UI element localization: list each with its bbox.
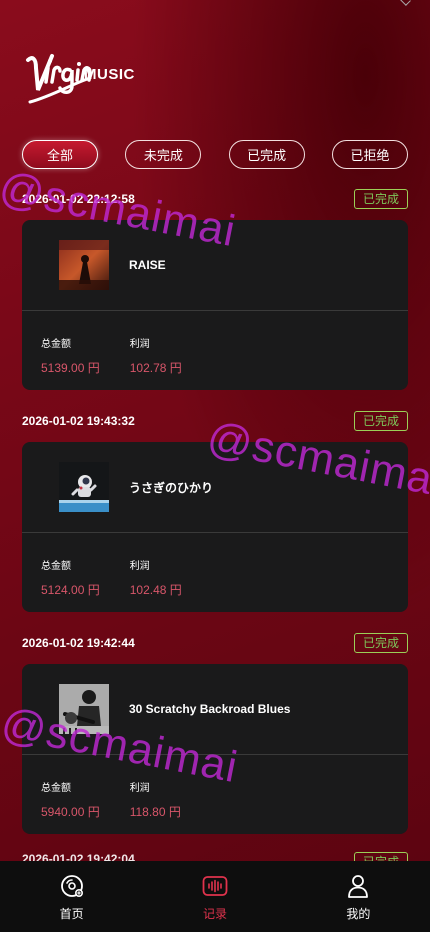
total-amount-label: 总金额: [41, 783, 71, 794]
profit-label: 利润: [129, 561, 150, 572]
filter-incomplete[interactable]: 未完成: [125, 140, 202, 169]
total-amount-value: 5139.00 円: [41, 361, 100, 375]
status-filter-bar: 全部 未完成 已完成 已拒绝: [22, 140, 408, 169]
home-icon: [60, 875, 83, 897]
tab-records[interactable]: 记录: [143, 861, 286, 932]
amount-row: 总金额 5124.00 円 利润 102.48 円: [22, 533, 408, 598]
record-header: 2026-01-02 22:12:58 已完成: [22, 188, 408, 210]
song-title: 30 Scratchy Backroad Blues: [129, 702, 291, 716]
song-row: 30 Scratchy Backroad Blues: [22, 664, 408, 755]
total-amount-value: 5940.00 円: [41, 805, 100, 819]
status-badge: 已完成: [353, 633, 408, 653]
amount-row: 总金额 5940.00 円 利润 118.80 円: [22, 755, 408, 820]
status-badge: 已完成: [353, 411, 408, 431]
record-card[interactable]: 30 Scratchy Backroad Blues 总金额 5940.00 円…: [22, 664, 408, 834]
bottom-tab-bar: 首页 记录 我的: [0, 861, 430, 932]
song-title: RAISE: [129, 258, 166, 272]
virgin-script-logo: [26, 54, 92, 104]
total-amount: 总金额 5940.00 円: [41, 779, 100, 820]
status-badge: 已完成: [353, 189, 408, 209]
record-time: 2026-01-02 19:43:32: [22, 414, 135, 428]
tab-profile-label: 我的: [346, 907, 371, 921]
song-title: うさぎのひかり: [129, 480, 214, 495]
total-amount: 总金额 5124.00 円: [41, 557, 100, 598]
record-item: 2026-01-02 22:12:58 已完成 RAISE 总金额 5139.0…: [22, 188, 408, 390]
filter-all[interactable]: 全部: [22, 140, 98, 169]
profit: 利润 102.48 円: [130, 557, 182, 598]
profit-label: 利润: [129, 783, 150, 794]
amount-row: 总金额 5139.00 円 利润 102.78 円: [22, 311, 408, 376]
record-time: 2026-01-02 22:12:58: [22, 192, 135, 206]
filter-rejected[interactable]: 已拒绝: [331, 140, 408, 169]
album-cover-raise: [59, 240, 109, 290]
record-time: 2026-01-02 19:42:44: [22, 636, 135, 650]
record-card[interactable]: RAISE 总金额 5139.00 円 利润 102.78 円: [22, 220, 408, 390]
record-item: 2026-01-02 19:42:44 已完成 30 Scratchy Back…: [22, 632, 408, 834]
filter-completed[interactable]: 已完成: [228, 140, 305, 169]
song-row: うさぎのひかり: [22, 442, 408, 533]
record-card[interactable]: うさぎのひかり 总金额 5124.00 円 利润 102.48 円: [22, 442, 408, 612]
album-cover-astronaut: [59, 462, 109, 512]
total-amount-value: 5124.00 円: [41, 583, 100, 597]
tab-records-label: 记录: [202, 907, 227, 921]
profit-value: 118.80 円: [129, 805, 181, 819]
album-cover-guitarist: [59, 684, 109, 734]
chevron-down-icon: [398, 0, 411, 6]
virgin-music-logo: MUSIC: [22, 38, 152, 108]
logo-music-text: MUSIC: [84, 66, 135, 83]
record-item: 2026-01-02 19:43:32 已完成 うさぎのひかり 总金额 5124…: [22, 410, 408, 612]
tab-profile[interactable]: 我的: [287, 861, 430, 932]
profit-value: 102.78 円: [129, 361, 182, 375]
profile-icon: [348, 875, 369, 898]
total-amount-label: 总金额: [41, 339, 71, 350]
song-row: RAISE: [22, 220, 408, 311]
record-header: 2026-01-02 19:42:44 已完成: [22, 632, 408, 654]
total-amount: 总金额 5139.00 円: [41, 335, 100, 376]
profit: 利润 118.80 円: [130, 779, 181, 820]
tab-home[interactable]: 首页: [0, 861, 143, 932]
profit-value: 102.48 円: [129, 583, 182, 597]
total-amount-label: 总金额: [41, 561, 71, 572]
tab-home-label: 首页: [59, 907, 84, 921]
record-header: 2026-01-02 19:43:32 已完成: [22, 410, 408, 432]
profit-label: 利润: [129, 339, 150, 350]
record-list: 2026-01-02 22:12:58 已完成 RAISE 总金额 5139.0…: [22, 188, 408, 854]
record-waveform-icon: [202, 876, 228, 896]
profit: 利润 102.78 円: [130, 335, 182, 376]
